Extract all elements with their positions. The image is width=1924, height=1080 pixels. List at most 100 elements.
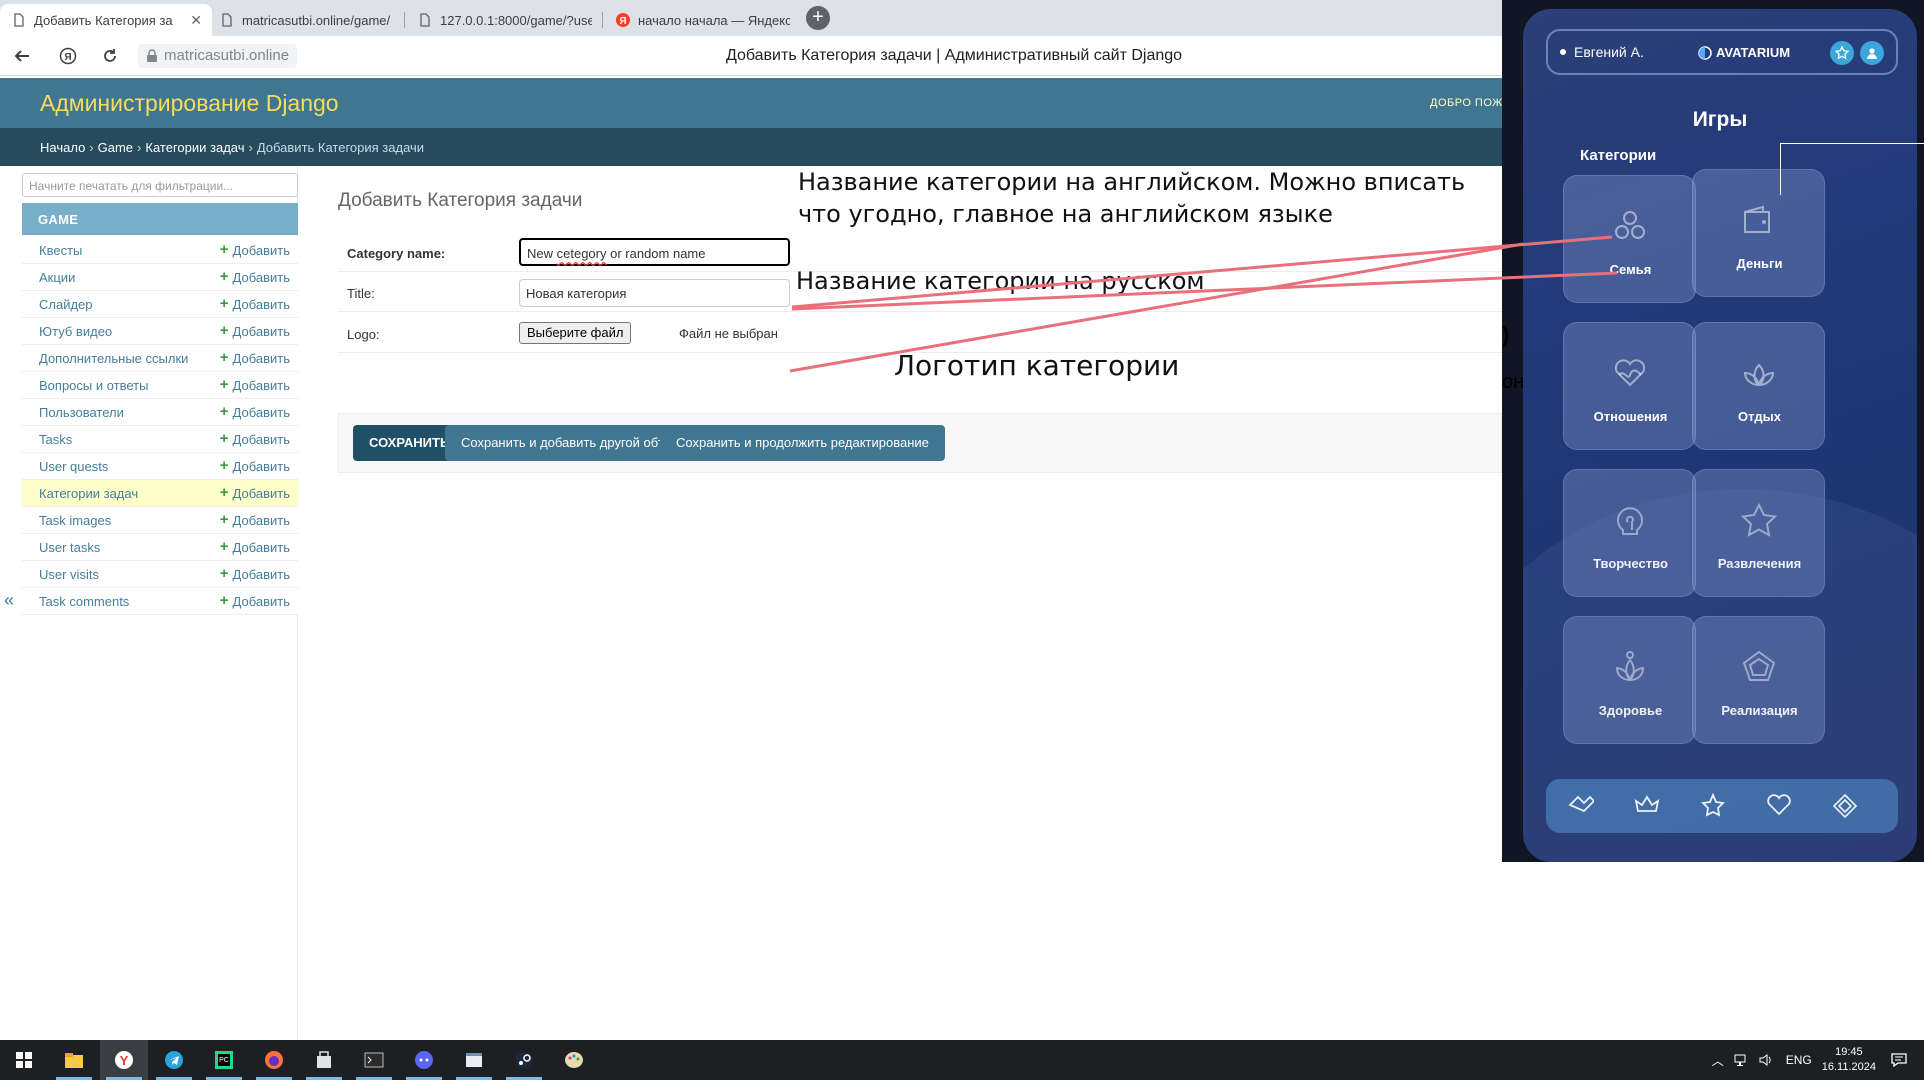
- save-and-continue-button[interactable]: Сохранить и продолжить редактирование: [660, 425, 945, 461]
- taskbar-app[interactable]: [450, 1040, 498, 1080]
- sidebar-collapse-button[interactable]: «: [4, 590, 14, 611]
- breadcrumb-model[interactable]: Категории задач: [145, 140, 244, 155]
- sidebar-item-model[interactable]: Вопросы и ответы + Добавить: [22, 372, 298, 399]
- taskbar-app[interactable]: [250, 1040, 298, 1080]
- sidebar-item-label[interactable]: Tasks: [39, 432, 72, 447]
- category-card[interactable]: Творчество: [1563, 469, 1696, 597]
- add-link[interactable]: + Добавить: [220, 404, 290, 420]
- chevron-up-icon[interactable]: ︿: [1712, 1052, 1724, 1069]
- sidebar-item-label[interactable]: User quests: [39, 459, 108, 474]
- status-dot: [1560, 49, 1566, 55]
- add-link[interactable]: + Добавить: [220, 593, 290, 609]
- sidebar-item-model[interactable]: Tasks + Добавить: [22, 426, 298, 453]
- add-link[interactable]: + Добавить: [220, 458, 290, 474]
- add-link[interactable]: + Добавить: [220, 323, 290, 339]
- sidebar-item-model[interactable]: Слайдер + Добавить: [22, 291, 298, 318]
- sidebar-item-model[interactable]: Дополнительные ссылки + Добавить: [22, 345, 298, 372]
- sidebar-item-label[interactable]: Слайдер: [39, 297, 93, 312]
- taskbar-app[interactable]: Y: [100, 1040, 148, 1080]
- add-link[interactable]: + Добавить: [220, 485, 290, 501]
- taskbar-app[interactable]: [0, 1040, 48, 1080]
- sidebar-item-label[interactable]: User visits: [39, 567, 99, 582]
- sidebar-item-label[interactable]: Дополнительные ссылки: [39, 351, 188, 366]
- bottom-nav-item[interactable]: [1634, 793, 1660, 819]
- sidebar-item-label[interactable]: Категории задач: [39, 486, 138, 501]
- add-label: Добавить: [232, 539, 290, 555]
- yandex-home-button[interactable]: Я: [56, 44, 80, 68]
- language-indicator[interactable]: ENG: [1786, 1053, 1812, 1067]
- sidebar-item-model[interactable]: User tasks + Добавить: [22, 534, 298, 561]
- volume-icon[interactable]: [1758, 1053, 1774, 1067]
- user-name[interactable]: Евгений А.: [1574, 44, 1644, 60]
- taskbar-app[interactable]: [400, 1040, 448, 1080]
- sidebar-item-label[interactable]: Акции: [39, 270, 75, 285]
- sidebar-item-label[interactable]: Task comments: [39, 594, 129, 609]
- add-label: Добавить: [232, 485, 290, 501]
- taskbar-app[interactable]: PC: [200, 1040, 248, 1080]
- sidebar-item-label[interactable]: Task images: [39, 513, 111, 528]
- sidebar-item-model[interactable]: Task images + Добавить: [22, 507, 298, 534]
- sidebar-item-model[interactable]: User quests + Добавить: [22, 453, 298, 480]
- category-card[interactable]: Семья: [1563, 175, 1696, 303]
- tab-add-category[interactable]: Добавить Категория за ✕: [0, 4, 212, 36]
- bottom-nav-item[interactable]: [1766, 793, 1792, 819]
- taskbar-app[interactable]: [350, 1040, 398, 1080]
- admin-brand[interactable]: Администрирование Django: [40, 90, 339, 117]
- add-link[interactable]: + Добавить: [220, 512, 290, 528]
- sidebar-item-model[interactable]: Пользователи + Добавить: [22, 399, 298, 426]
- tab-yandex[interactable]: Я начало начала — Яндекс: [604, 4, 800, 36]
- url-field[interactable]: matricasutbi.online: [138, 44, 298, 68]
- close-icon[interactable]: ✕: [190, 12, 202, 29]
- category-card[interactable]: Отдых: [1692, 322, 1825, 450]
- breadcrumb-app[interactable]: Game: [98, 140, 133, 155]
- bottom-nav-item[interactable]: [1700, 793, 1726, 819]
- bottom-nav-item[interactable]: [1568, 793, 1594, 819]
- sidebar-item-label[interactable]: Вопросы и ответы: [39, 378, 148, 393]
- add-link[interactable]: + Добавить: [220, 431, 290, 447]
- taskbar-app[interactable]: [550, 1040, 598, 1080]
- breadcrumb-home[interactable]: Начало: [40, 140, 85, 155]
- category-card[interactable]: Развлечения: [1692, 469, 1825, 597]
- sidebar-item-model[interactable]: Task comments + Добавить: [22, 588, 298, 615]
- sidebar-item-model[interactable]: Ютуб видео + Добавить: [22, 318, 298, 345]
- favorites-button[interactable]: [1830, 41, 1854, 65]
- category-name-input[interactable]: New cetegory or random name: [519, 238, 790, 266]
- new-tab-button[interactable]: +: [806, 6, 830, 30]
- tab-localhost[interactable]: 127.0.0.1:8000/game/?use: [406, 4, 602, 36]
- choose-file-button[interactable]: Выберите файл: [519, 322, 632, 344]
- bottom-nav-item[interactable]: [1832, 793, 1858, 819]
- add-link[interactable]: + Добавить: [220, 539, 290, 555]
- network-icon[interactable]: [1734, 1053, 1750, 1067]
- taskbar-app[interactable]: [150, 1040, 198, 1080]
- clock[interactable]: 19:45 16.11.2024: [1822, 1045, 1876, 1075]
- profile-button[interactable]: [1860, 41, 1884, 65]
- add-link[interactable]: + Добавить: [220, 242, 290, 258]
- sidebar-item-label[interactable]: Квесты: [39, 243, 82, 258]
- title-input[interactable]: Новая категория: [519, 279, 790, 307]
- category-card[interactable]: Отношения: [1563, 322, 1696, 450]
- add-link[interactable]: + Добавить: [220, 377, 290, 393]
- reload-button[interactable]: [98, 44, 122, 68]
- add-link[interactable]: + Добавить: [220, 566, 290, 582]
- add-link[interactable]: + Добавить: [220, 269, 290, 285]
- notifications-icon[interactable]: [1890, 1052, 1908, 1068]
- sidebar-item-model[interactable]: User visits + Добавить: [22, 561, 298, 588]
- taskbar-app[interactable]: [500, 1040, 548, 1080]
- taskbar-app[interactable]: [300, 1040, 348, 1080]
- pentagon-icon: [1742, 650, 1776, 681]
- back-button[interactable]: [10, 44, 34, 68]
- sidebar-filter-input[interactable]: Начните печатать для фильтрации...: [22, 173, 298, 197]
- sidebar-item-label[interactable]: Ютуб видео: [39, 324, 112, 339]
- add-link[interactable]: + Добавить: [220, 350, 290, 366]
- taskbar-app[interactable]: [50, 1040, 98, 1080]
- add-link[interactable]: + Добавить: [220, 296, 290, 312]
- category-card[interactable]: Здоровье: [1563, 616, 1696, 744]
- app-caption-game[interactable]: GAME: [22, 203, 298, 235]
- sidebar-item-model[interactable]: Квесты + Добавить: [22, 237, 298, 264]
- category-card[interactable]: Реализация: [1692, 616, 1825, 744]
- sidebar-item-model[interactable]: Категории задач + Добавить: [22, 480, 298, 507]
- sidebar-item-label[interactable]: User tasks: [39, 540, 100, 555]
- sidebar-item-label[interactable]: Пользователи: [39, 405, 124, 420]
- sidebar-item-model[interactable]: Акции + Добавить: [22, 264, 298, 291]
- tab-matricasutbi[interactable]: matricasutbi.online/game/: [208, 4, 404, 36]
